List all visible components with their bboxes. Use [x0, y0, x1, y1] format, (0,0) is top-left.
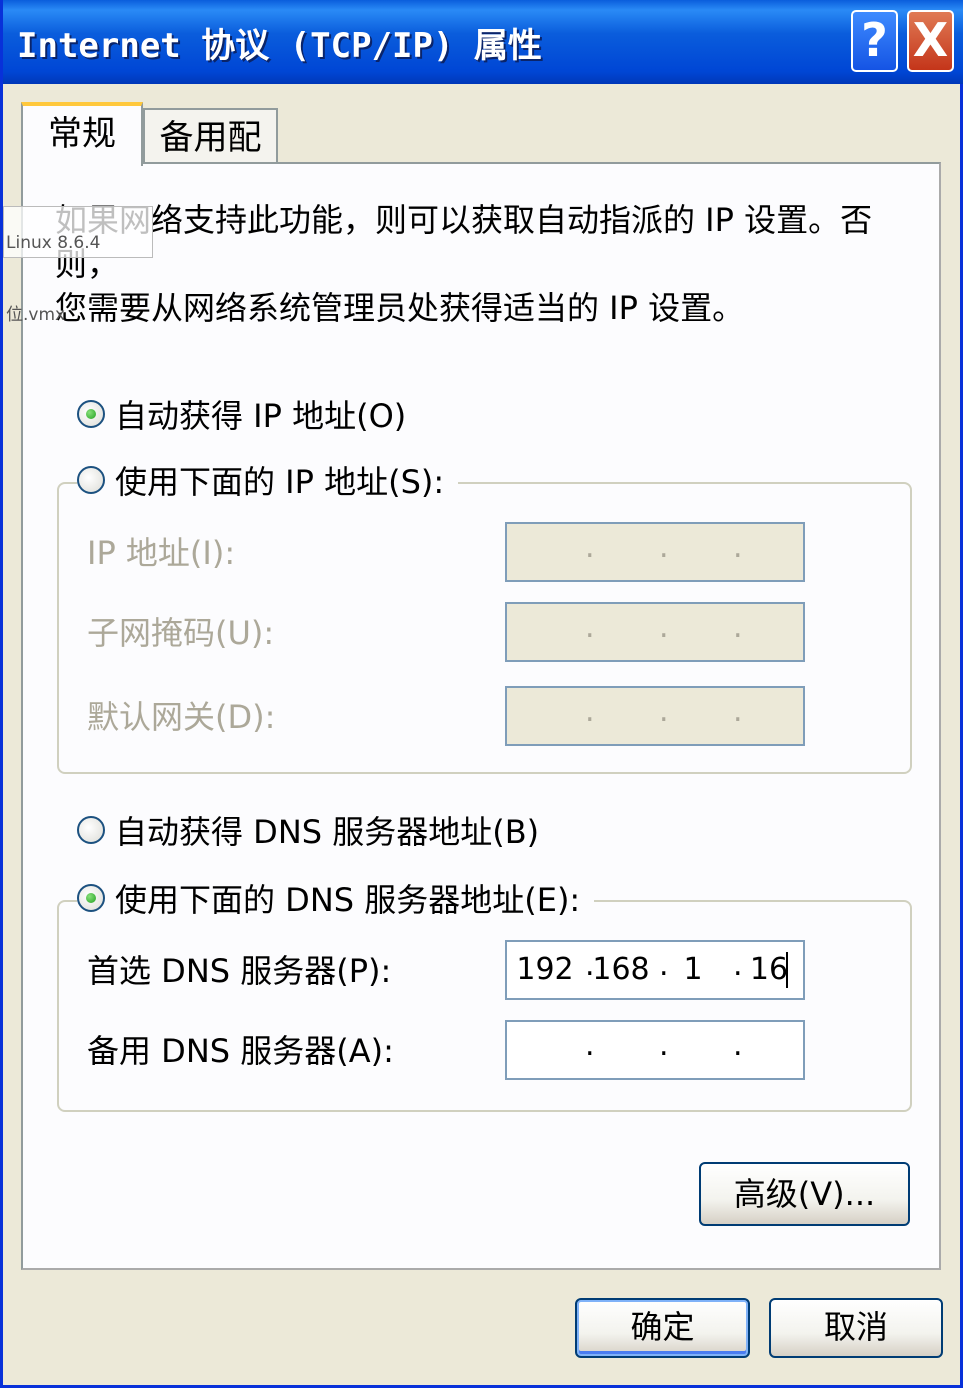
alternate-dns-input[interactable]: . . .: [505, 1020, 805, 1080]
subnet-mask-label: 子网掩码(U):: [87, 614, 275, 652]
description-text: 如果网络支持此功能，则可以获取自动指派的 IP 设置。否则， 您需要从网络系统管…: [55, 198, 875, 330]
dialog-window: Internet 协议 (TCP/IP) 属性 ? X 常规 备用配置 如果网络…: [0, 0, 963, 1388]
octet-separator: .: [733, 1028, 743, 1063]
ip-address-label: IP 地址(I):: [87, 534, 236, 572]
window-title: Internet 协议 (TCP/IP) 属性: [17, 26, 542, 66]
manual-dns-label: 使用下面的 DNS 服务器地址(E):: [115, 881, 581, 919]
octet-separator: .: [659, 530, 669, 565]
auto-dns-radio[interactable]: 自动获得 DNS 服务器地址(B): [77, 808, 554, 852]
preferred-dns-input[interactable]: 192 . 168 . 1 . 16: [505, 940, 805, 1000]
manual-ip-radio[interactable]: 使用下面的 IP 地址(S):: [77, 458, 459, 502]
octet-separator: .: [585, 1028, 595, 1063]
text-cursor: [786, 952, 788, 988]
radio-checked-icon: [77, 400, 105, 428]
default-gateway-label: 默认网关(D):: [87, 698, 276, 736]
octet: 16: [749, 952, 789, 987]
close-icon: X: [912, 13, 949, 67]
octet: 192: [516, 952, 574, 987]
manual-ip-label: 使用下面的 IP 地址(S):: [115, 463, 445, 501]
preferred-dns-label: 首选 DNS 服务器(P):: [87, 952, 392, 990]
close-button[interactable]: X: [907, 10, 954, 72]
octet-separator: .: [585, 694, 595, 729]
ip-address-input: . . .: [505, 522, 805, 582]
cancel-button[interactable]: 取消: [769, 1298, 943, 1358]
advanced-button[interactable]: 高级(V)...: [699, 1162, 910, 1226]
alternate-dns-label: 备用 DNS 服务器(A):: [87, 1032, 394, 1070]
radio-unchecked-icon: [77, 816, 105, 844]
overlay-label: Linux 8.6.4 位.vmx: [3, 206, 153, 325]
default-gateway-input: . . .: [505, 686, 805, 746]
manual-dns-radio[interactable]: 使用下面的 DNS 服务器地址(E):: [77, 876, 595, 920]
help-button[interactable]: ?: [851, 10, 898, 72]
octet: 1: [683, 952, 703, 987]
tab-alternate-config[interactable]: 备用配置: [143, 108, 278, 214]
octet-separator: .: [659, 694, 669, 729]
octet-separator: .: [585, 610, 595, 645]
octet-separator: .: [733, 530, 743, 565]
tab-general-label: 常规: [48, 114, 116, 154]
description-line-1: 如果网络支持此功能，则可以获取自动指派的 IP 设置。否则，: [55, 201, 873, 283]
octet-separator: .: [585, 530, 595, 565]
octet-separator: .: [733, 610, 743, 645]
auto-dns-label: 自动获得 DNS 服务器地址(B): [115, 813, 540, 851]
octet-separator: .: [733, 694, 743, 729]
tab-general[interactable]: 常规: [21, 102, 143, 166]
subnet-mask-input: . . .: [505, 602, 805, 662]
title-bar[interactable]: Internet 协议 (TCP/IP) 属性 ? X: [3, 0, 963, 84]
dns-group-box: [57, 900, 912, 1112]
radio-checked-icon: [77, 884, 105, 912]
auto-ip-label: 自动获得 IP 地址(O): [115, 397, 407, 435]
auto-ip-radio[interactable]: 自动获得 IP 地址(O): [77, 392, 421, 436]
octet: 168: [592, 952, 650, 987]
help-icon: ?: [861, 13, 888, 67]
radio-unchecked-icon: [77, 466, 105, 494]
description-line-2: 您需要从网络系统管理员处获得适当的 IP 设置。: [55, 289, 745, 327]
ok-button[interactable]: 确定: [575, 1298, 750, 1358]
octet-separator: .: [659, 610, 669, 645]
octet-separator: .: [659, 1028, 669, 1063]
